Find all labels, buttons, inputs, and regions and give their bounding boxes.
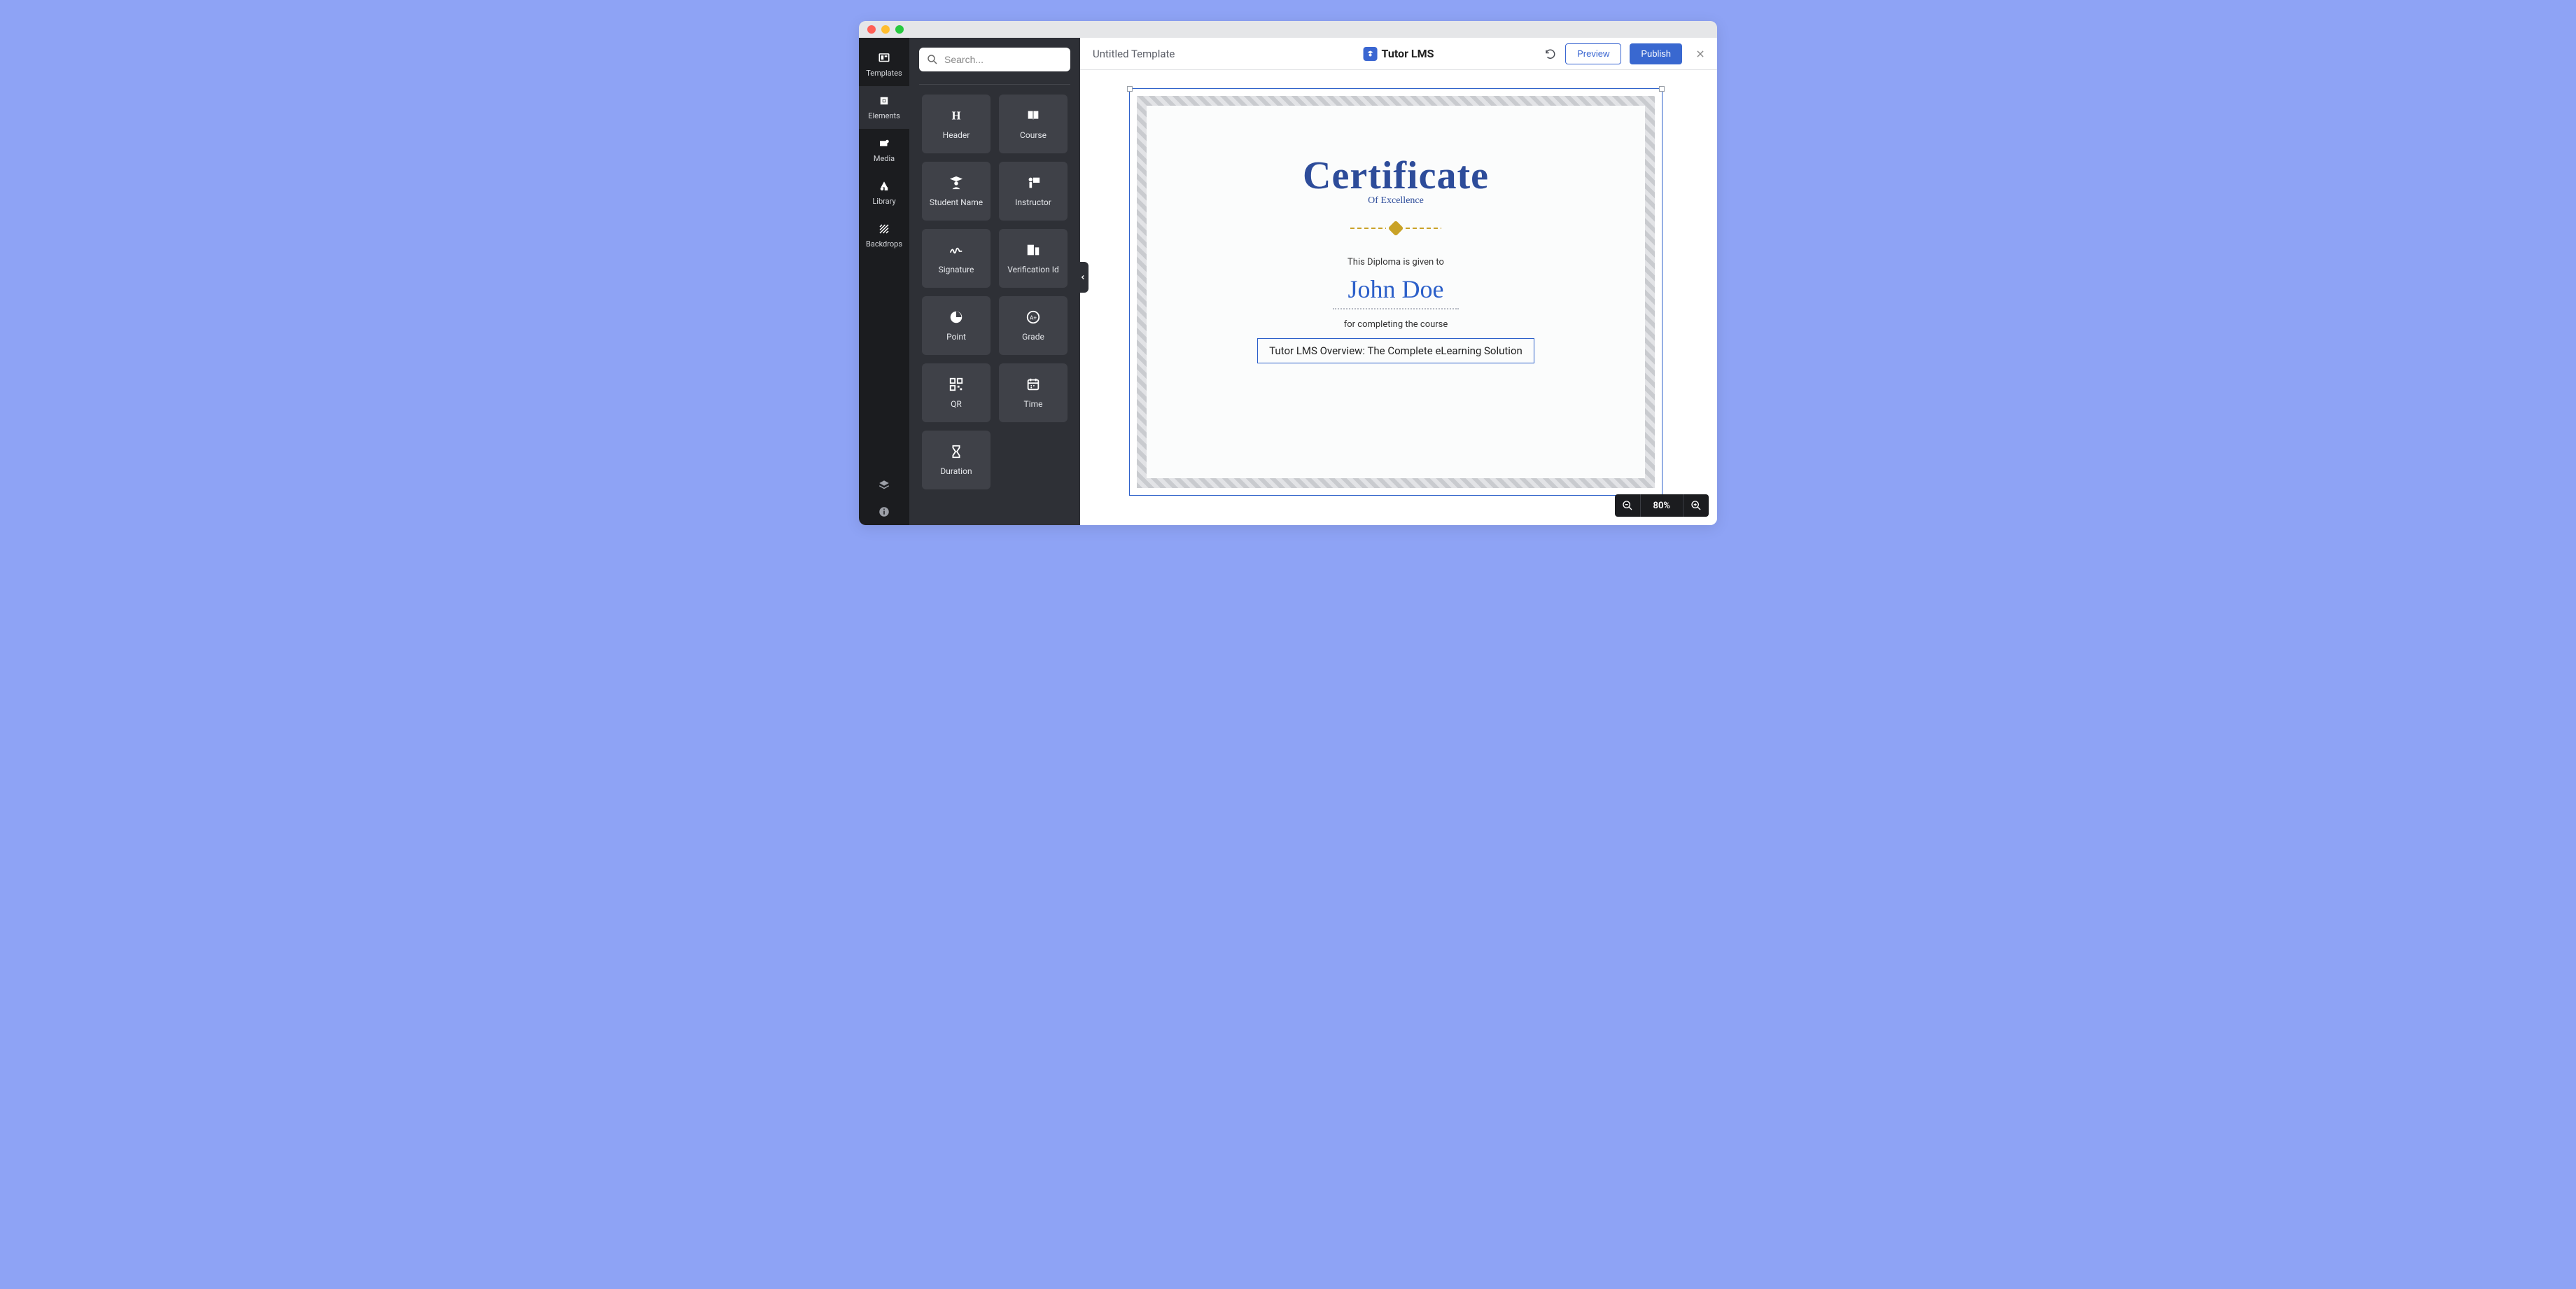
element-duration[interactable]: Duration — [922, 431, 990, 489]
nav-media-label: Media — [874, 154, 895, 163]
nav-library-label: Library — [872, 197, 895, 206]
element-time[interactable]: Time — [999, 363, 1068, 422]
preview-button[interactable]: Preview — [1565, 43, 1621, 64]
topbar-actions: Preview Publish — [1544, 43, 1707, 64]
element-course[interactable]: Course — [999, 95, 1068, 153]
element-time-label: Time — [1024, 399, 1043, 409]
close-button[interactable] — [1693, 47, 1707, 61]
element-header-label: Header — [943, 130, 970, 140]
qr-icon — [948, 377, 964, 392]
element-verification-id-label: Verification Id — [1007, 265, 1059, 274]
element-point-label: Point — [946, 332, 966, 342]
element-qr[interactable]: QR — [922, 363, 990, 422]
resize-handle-tr[interactable] — [1659, 86, 1665, 92]
search-input[interactable] — [919, 48, 1070, 71]
element-instructor-label: Instructor — [1015, 197, 1051, 207]
name-underline — [1333, 308, 1459, 309]
publish-button[interactable]: Publish — [1630, 43, 1682, 64]
nav-library[interactable]: Library — [859, 172, 909, 214]
element-instructor[interactable]: Instructor — [999, 162, 1068, 221]
certificate-given-to[interactable]: This Diploma is given to — [1348, 257, 1444, 267]
certificate-for-completing[interactable]: for completing the course — [1344, 319, 1448, 330]
undo-icon[interactable] — [1544, 48, 1557, 60]
element-student-name[interactable]: Student Name — [922, 162, 990, 221]
nav-backdrops-label: Backdrops — [866, 239, 902, 249]
student-icon — [948, 175, 964, 190]
element-header[interactable]: H Header — [922, 95, 990, 153]
app-body: Templates Elements Media Library Backdro… — [859, 38, 1717, 525]
certificate-subtitle[interactable]: Of Excellence — [1368, 195, 1424, 207]
nav-elements[interactable]: Elements — [859, 86, 909, 129]
library-icon — [878, 180, 890, 193]
elements-grid: H Header Course Student Name Instructor — [919, 95, 1070, 489]
window-minimize-dot[interactable] — [881, 25, 890, 34]
window-titlebar — [859, 21, 1717, 38]
layers-icon — [878, 479, 890, 492]
panel-divider — [919, 84, 1070, 85]
certificate-student-name[interactable]: John Doe — [1348, 274, 1444, 304]
zoom-in-button[interactable] — [1683, 494, 1709, 517]
backdrops-icon — [878, 223, 890, 235]
zoom-level[interactable]: 80% — [1640, 494, 1683, 517]
info-icon — [878, 506, 890, 518]
window-maximize-dot[interactable] — [895, 25, 904, 34]
zoom-level-label: 80% — [1648, 501, 1676, 511]
certificate-selection[interactable]: Certificate Of Excellence This Diploma i… — [1129, 88, 1662, 496]
nav-info[interactable] — [859, 499, 909, 525]
zoom-control: 80% — [1615, 494, 1709, 517]
certificate-content: Certificate Of Excellence This Diploma i… — [1161, 120, 1631, 363]
element-grade[interactable]: A+ Grade — [999, 296, 1068, 355]
signature-icon — [948, 242, 964, 258]
document-title[interactable]: Untitled Template — [1093, 48, 1544, 60]
header-icon: H — [948, 108, 964, 123]
nav-backdrops[interactable]: Backdrops — [859, 214, 909, 257]
time-icon — [1026, 377, 1041, 392]
grade-icon: A+ — [1026, 309, 1041, 325]
zoom-out-button[interactable] — [1615, 494, 1640, 517]
element-student-name-label: Student Name — [930, 197, 983, 207]
resize-handle-tl[interactable] — [1127, 86, 1133, 92]
search-wrap — [919, 48, 1070, 71]
certificate-frame: Certificate Of Excellence This Diploma i… — [1137, 96, 1655, 488]
point-icon — [948, 309, 964, 325]
element-verification-id[interactable]: Verification Id — [999, 229, 1068, 288]
topbar: Untitled Template Tutor LMS Preview Publ… — [1080, 38, 1717, 70]
svg-text:H: H — [952, 109, 961, 123]
zoom-in-icon — [1690, 500, 1702, 511]
certificate-course-title[interactable]: Tutor LMS Overview: The Complete eLearni… — [1257, 338, 1534, 363]
duration-icon — [948, 444, 964, 459]
element-grade-label: Grade — [1022, 332, 1044, 342]
nav-layers[interactable] — [859, 472, 909, 499]
certificate-title[interactable]: Certificate — [1303, 153, 1489, 198]
templates-icon — [878, 52, 890, 64]
window-close-dot[interactable] — [867, 25, 876, 34]
app-window: Templates Elements Media Library Backdro… — [859, 21, 1717, 525]
element-point[interactable]: Point — [922, 296, 990, 355]
zoom-out-icon — [1622, 500, 1633, 511]
element-signature-label: Signature — [939, 265, 974, 274]
instructor-icon — [1026, 175, 1041, 190]
course-icon — [1026, 108, 1041, 123]
verification-icon — [1026, 242, 1041, 258]
elements-icon — [878, 95, 890, 107]
element-signature[interactable]: Signature — [922, 229, 990, 288]
canvas[interactable]: Certificate Of Excellence This Diploma i… — [1080, 70, 1717, 525]
svg-text:A+: A+ — [1030, 315, 1037, 322]
element-qr-label: QR — [951, 399, 962, 409]
element-duration-label: Duration — [940, 466, 972, 476]
element-course-label: Course — [1020, 130, 1046, 140]
nav-templates[interactable]: Templates — [859, 43, 909, 86]
nav-elements-label: Elements — [868, 111, 900, 120]
ornament-divider — [1350, 223, 1441, 233]
nav-templates-label: Templates — [866, 69, 902, 78]
close-icon — [1695, 49, 1705, 59]
search-icon — [926, 53, 939, 66]
nav-media[interactable]: Media — [859, 129, 909, 172]
main-area: Untitled Template Tutor LMS Preview Publ… — [1080, 38, 1717, 525]
media-icon — [878, 137, 890, 150]
elements-panel: H Header Course Student Name Instructor — [909, 38, 1080, 525]
nav-rail: Templates Elements Media Library Backdro… — [859, 38, 909, 525]
